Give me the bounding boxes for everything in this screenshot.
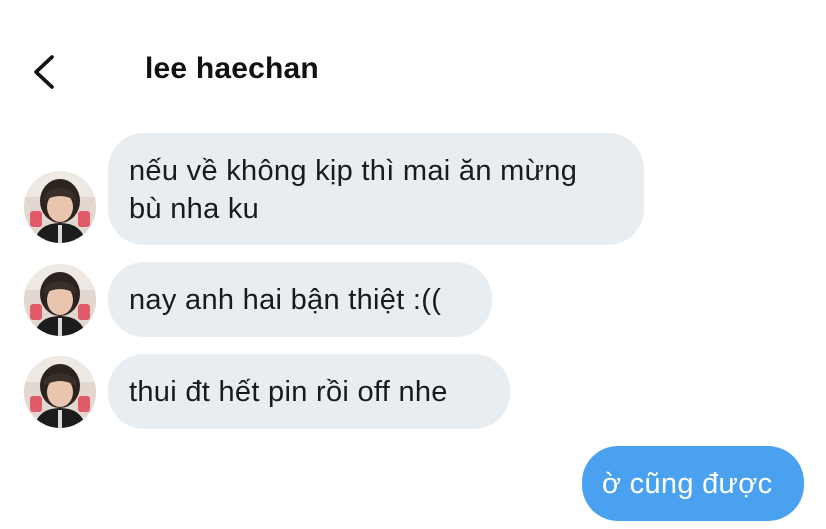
avatar[interactable] <box>24 356 96 428</box>
message-bubble-sent[interactable]: ờ cũng được <box>582 446 804 521</box>
message-text: ờ cũng được <box>602 468 773 500</box>
message-text: nếu về không kịp thì mai ăn mừng bù nha … <box>129 155 578 225</box>
message-bubble-received[interactable]: thui đt hết pin rồi off nhe <box>108 354 510 429</box>
message-text: nay anh hai bận thiệt :(( <box>129 284 442 316</box>
chevron-left-icon <box>34 55 54 89</box>
message-bubble-received[interactable]: nay anh hai bận thiệt :(( <box>108 262 492 337</box>
avatar-photo <box>24 356 96 428</box>
back-button[interactable] <box>22 50 66 94</box>
avatar-photo <box>24 264 96 336</box>
avatar[interactable] <box>24 171 96 243</box>
chat-header: lee haechan <box>0 0 826 130</box>
avatar-photo <box>24 171 96 243</box>
avatar[interactable] <box>24 264 96 336</box>
message-bubble-received[interactable]: nếu về không kịp thì mai ăn mừng bù nha … <box>108 133 644 245</box>
message-text: thui đt hết pin rồi off nhe <box>129 376 448 408</box>
contact-name[interactable]: lee haechan <box>145 52 319 86</box>
